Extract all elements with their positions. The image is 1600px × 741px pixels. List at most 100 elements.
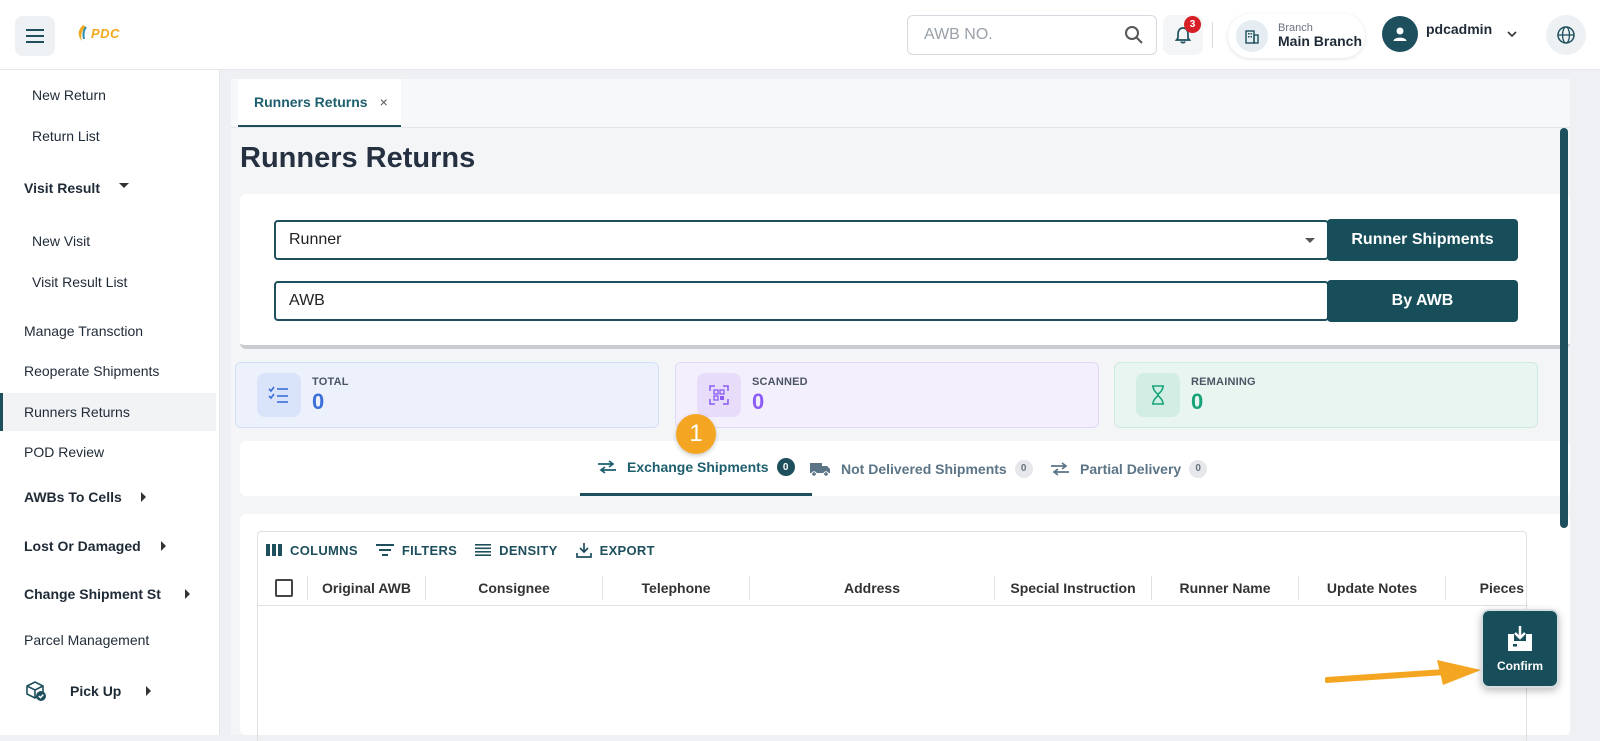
logo: PDC: [75, 24, 120, 42]
scanned-value: 0: [752, 389, 765, 414]
chevron-down-icon[interactable]: [1506, 30, 1518, 38]
page-tab-bar: Runners Returns ×: [231, 79, 1570, 128]
user-menu[interactable]: pdcadmin: [1382, 16, 1518, 52]
checklist-icon: [257, 373, 301, 417]
language-button[interactable]: [1546, 15, 1586, 55]
runner-shipments-button[interactable]: Runner Shipments: [1327, 219, 1518, 261]
column-header-original-awb[interactable]: Original AWB: [308, 570, 425, 606]
notification-badge: 3: [1184, 16, 1201, 33]
step-marker: 1: [676, 414, 716, 454]
density-button[interactable]: DENSITY: [475, 542, 557, 558]
sidebar-item-change-shipment-status[interactable]: Change Shipment Sta: [0, 575, 216, 613]
caret-right-icon: [141, 492, 146, 502]
user-icon: [1393, 27, 1407, 41]
select-all-checkbox[interactable]: [275, 579, 293, 597]
download-icon: [575, 543, 592, 558]
sidebar-item-pick-up[interactable]: Pick Up: [0, 672, 216, 710]
density-icon: [475, 544, 492, 556]
notifications-button[interactable]: 3: [1163, 15, 1203, 55]
dropdown-arrow-icon[interactable]: [1305, 238, 1315, 243]
sidebar: New Return Return List Visit Result New …: [0, 70, 220, 735]
confirm-label: Confirm: [1497, 658, 1543, 673]
sidebar-item-return-list[interactable]: Return List: [0, 117, 216, 155]
count-badge: 0: [1189, 459, 1208, 478]
filters-button[interactable]: FILTERS: [375, 542, 457, 558]
caret-down-icon: [119, 183, 129, 188]
column-header-consignee[interactable]: Consignee: [426, 570, 602, 606]
tab-label: Partial Delivery: [1080, 460, 1182, 477]
sidebar-item-manage-transction[interactable]: Manage Transction: [0, 312, 216, 350]
main-content: Runners Returns × Runners Returns Runner…: [231, 79, 1570, 741]
hourglass-icon: [1136, 373, 1180, 417]
sidebar-item-lost-or-damaged[interactable]: Lost Or Damaged: [0, 527, 216, 565]
caret-right-icon: [161, 541, 166, 551]
sidebar-item-runners-returns[interactable]: Runners Returns: [0, 393, 216, 431]
qr-scan-icon: [697, 373, 741, 417]
data-grid: COLUMNS FILTERS DENSITY EXPORT Original …: [257, 531, 1528, 741]
grid-header-row: Original AWB Consignee Telephone Address…: [258, 570, 1528, 606]
branch-value: Main Branch: [1278, 33, 1363, 50]
divider: [1212, 22, 1213, 48]
total-value: 0: [312, 389, 325, 414]
sidebar-item-pod-review[interactable]: POD Review: [0, 433, 216, 471]
sidebar-item-visit-result[interactable]: Visit Result: [0, 169, 216, 207]
column-header-special-instruction[interactable]: Special Instruction: [995, 570, 1151, 606]
columns-icon: [266, 544, 282, 556]
remaining-label: REMAINING: [1191, 376, 1256, 388]
tab-label: Runners Returns: [254, 94, 368, 110]
awb-search-box[interactable]: [907, 15, 1157, 55]
column-header-pieces[interactable]: Pieces: [1446, 570, 1528, 606]
sidebar-item-visit-result-list[interactable]: Visit Result List: [0, 263, 216, 301]
menu-toggle-button[interactable]: [15, 16, 55, 56]
pointer-arrow-icon: [1325, 660, 1481, 685]
close-icon[interactable]: ×: [380, 94, 388, 110]
username: pdcadmin: [1426, 21, 1493, 37]
avatar: [1382, 16, 1418, 52]
filter-icon: [375, 544, 394, 556]
swap-arrows-icon: [1050, 461, 1070, 476]
sidebar-item-reoperate-shipments[interactable]: Reoperate Shipments: [0, 352, 216, 390]
truck-icon: [809, 461, 831, 477]
sidebar-item-new-return[interactable]: New Return: [0, 76, 216, 114]
count-badge: 0: [1014, 459, 1033, 478]
stat-remaining: REMAINING 0: [1114, 362, 1538, 428]
awb-field[interactable]: AWB: [274, 281, 1329, 321]
tab-partial-delivery[interactable]: Partial Delivery 0: [1050, 441, 1208, 496]
branch-selector[interactable]: Branch Main Branch: [1228, 14, 1365, 58]
caret-right-icon: [146, 686, 151, 696]
stat-scanned: SCANNED 0: [675, 362, 1099, 428]
shipments-grid-card: COLUMNS FILTERS DENSITY EXPORT Original …: [240, 514, 1570, 741]
grid-toolbar: COLUMNS FILTERS DENSITY EXPORT: [266, 542, 655, 558]
swap-arrows-icon: [597, 460, 617, 474]
pickup-box-icon: [26, 681, 46, 701]
shipment-tabs: Exchange Shipments 0 Not Delivered Shipm…: [240, 441, 1570, 496]
by-awb-button[interactable]: By AWB: [1327, 280, 1518, 322]
sidebar-item-awbs-to-cells[interactable]: AWBs To Cells: [0, 478, 216, 516]
remaining-value: 0: [1191, 389, 1204, 414]
total-label: TOTAL: [312, 376, 349, 388]
columns-button[interactable]: COLUMNS: [266, 542, 358, 558]
awb-search-input[interactable]: [924, 26, 1114, 44]
page-scrollbar[interactable]: [1560, 128, 1568, 528]
column-header-runner-name[interactable]: Runner Name: [1152, 570, 1298, 606]
export-button[interactable]: EXPORT: [575, 542, 655, 558]
top-bar: PDC 3 Branch Main Branch pdcadmin: [0, 0, 1600, 70]
runner-select-value: Runner: [289, 231, 342, 248]
globe-icon: [1557, 26, 1575, 44]
hamburger-icon: [26, 35, 44, 37]
column-header-address[interactable]: Address: [750, 570, 994, 606]
awb-field-value: AWB: [289, 292, 325, 309]
tab-not-delivered-shipments[interactable]: Not Delivered Shipments 0: [809, 441, 1033, 496]
logo-mark-icon: [78, 25, 87, 41]
runner-select[interactable]: Runner: [274, 220, 1329, 260]
search-icon[interactable]: [1124, 25, 1144, 50]
sidebar-item-parcel-management[interactable]: Parcel Management: [0, 621, 216, 659]
scanned-label: SCANNED: [752, 376, 808, 388]
caret-right-icon: [185, 589, 190, 599]
column-header-update-notes[interactable]: Update Notes: [1299, 570, 1445, 606]
sidebar-item-new-visit[interactable]: New Visit: [0, 222, 216, 260]
tab-label: Not Delivered Shipments: [841, 460, 1007, 477]
confirm-button[interactable]: Confirm: [1481, 609, 1559, 688]
tab-runners-returns[interactable]: Runners Returns ×: [238, 79, 401, 127]
column-header-telephone[interactable]: Telephone: [603, 570, 749, 606]
